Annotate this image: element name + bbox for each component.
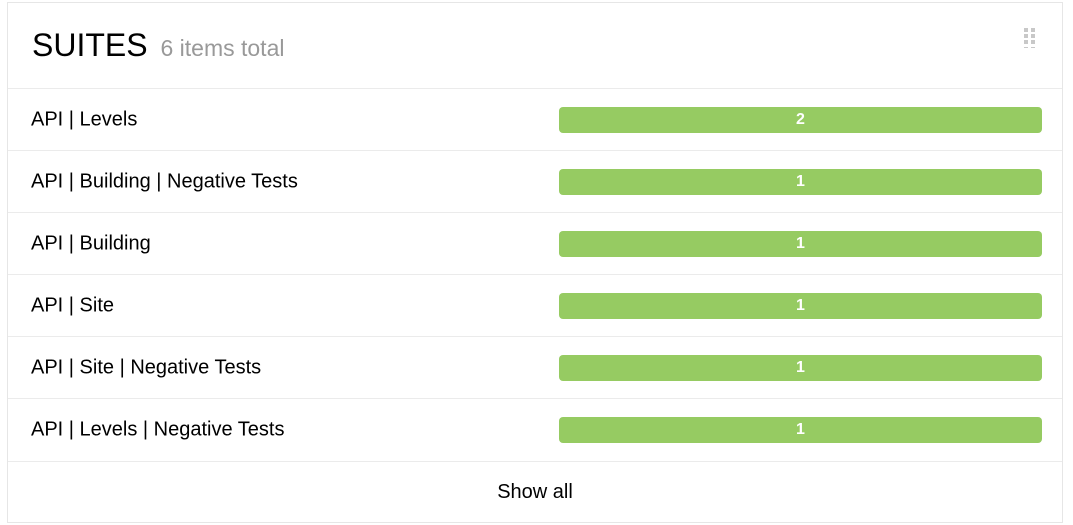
suite-list: API | Levels 2 API | Building | Negative… xyxy=(8,89,1062,462)
widget-title-text: SUITES xyxy=(32,27,148,63)
suite-row[interactable]: API | Site | Negative Tests 1 xyxy=(8,337,1062,399)
suite-name[interactable]: API | Building | Negative Tests xyxy=(31,170,298,193)
suite-count-bar[interactable]: 1 xyxy=(559,168,1042,195)
suite-name[interactable]: API | Levels xyxy=(31,108,137,131)
grip-dots-icon[interactable] xyxy=(1023,27,1037,52)
suite-count-bar[interactable]: 1 xyxy=(559,354,1042,381)
suite-name[interactable]: API | Levels | Negative Tests xyxy=(31,419,284,442)
suite-name[interactable]: API | Site | Negative Tests xyxy=(31,356,261,379)
suite-row[interactable]: API | Levels | Negative Tests 1 xyxy=(8,399,1062,462)
widget-header: SUITES 6 items total xyxy=(8,3,1062,89)
suite-count-bar[interactable]: 2 xyxy=(559,106,1042,133)
widget-title: SUITES 6 items total xyxy=(32,27,284,66)
suite-name[interactable]: API | Site xyxy=(31,294,114,317)
suite-row[interactable]: API | Site 1 xyxy=(8,275,1062,337)
widget-footer: Show all xyxy=(8,462,1062,522)
suite-row[interactable]: API | Building | Negative Tests 1 xyxy=(8,151,1062,213)
suite-row[interactable]: API | Building 1 xyxy=(8,213,1062,275)
suite-count-bar[interactable]: 1 xyxy=(559,230,1042,257)
suite-count-bar[interactable]: 1 xyxy=(559,417,1042,443)
suites-widget: SUITES 6 items total API | Levels 2 API … xyxy=(7,2,1063,523)
show-all-link[interactable]: Show all xyxy=(497,481,573,504)
suite-count-bar[interactable]: 1 xyxy=(559,292,1042,319)
items-total-count: 6 items total xyxy=(160,35,285,61)
suite-row[interactable]: API | Levels 2 xyxy=(8,89,1062,151)
suite-name[interactable]: API | Building xyxy=(31,232,151,255)
